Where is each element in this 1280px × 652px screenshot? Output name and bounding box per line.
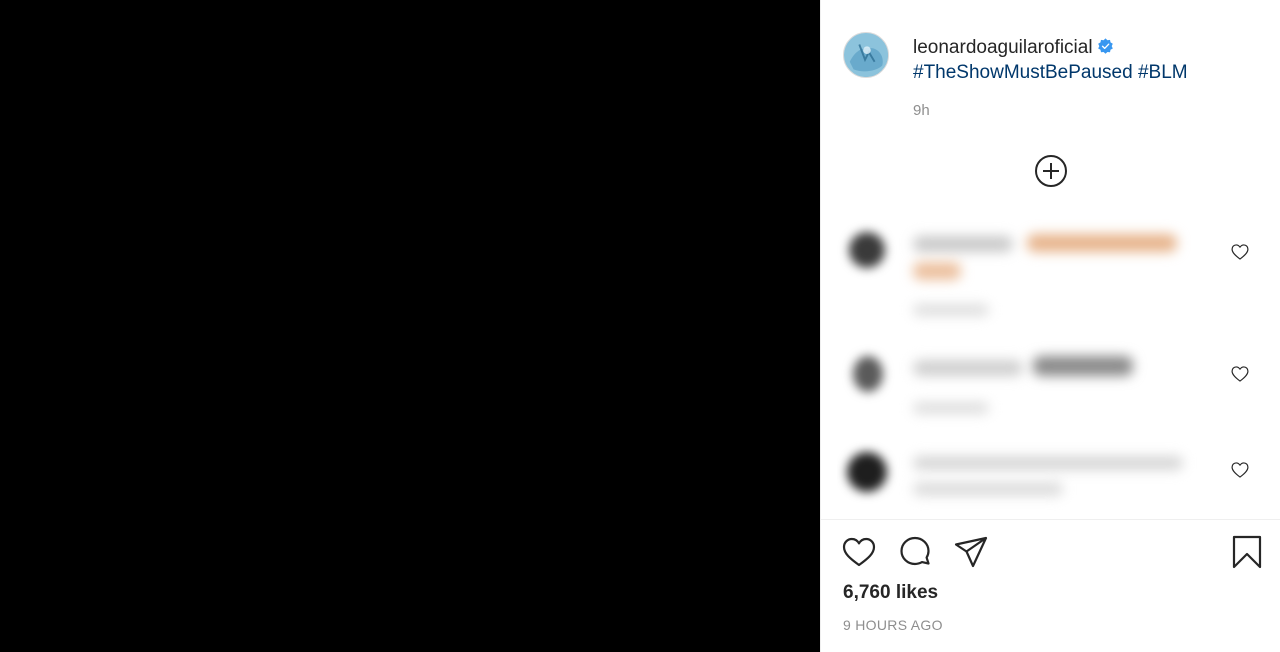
comment-like-button[interactable]	[1230, 364, 1250, 384]
avatar-image	[844, 33, 888, 77]
comment-text	[913, 456, 1183, 470]
instagram-post-view: leonardoaguilaroficial #TheShowMustBePau…	[0, 0, 1280, 652]
hashtag-link[interactable]: #TheShowMustBePaused	[913, 62, 1133, 83]
likes-count[interactable]: 6,760 likes	[843, 582, 938, 604]
paper-plane-icon	[954, 536, 988, 568]
comment-text-continued	[913, 482, 1063, 496]
commenter-username[interactable]	[913, 360, 1023, 376]
bookmark-icon	[1232, 535, 1262, 569]
like-button[interactable]	[841, 534, 877, 570]
author-avatar[interactable]	[843, 32, 889, 78]
comment-item	[837, 438, 1280, 518]
comments-list	[837, 208, 1280, 518]
load-more-comments-button[interactable]	[1034, 154, 1068, 188]
caption-text: leonardoaguilaroficial #TheShowMustBePau…	[913, 35, 1273, 85]
plus-circle-icon	[1035, 155, 1067, 187]
comment-text-continued	[913, 262, 961, 280]
comment-text	[1033, 356, 1133, 376]
hashtag-link[interactable]: #BLM	[1138, 62, 1188, 83]
author-username[interactable]: leonardoaguilaroficial	[913, 37, 1093, 58]
heart-outline-icon	[1231, 244, 1249, 260]
commenter-username[interactable]	[913, 236, 1013, 252]
post-side-panel: leonardoaguilaroficial #TheShowMustBePau…	[820, 0, 1280, 652]
heart-outline-icon	[1231, 462, 1249, 478]
heart-outline-icon	[1231, 366, 1249, 382]
actions-divider	[821, 519, 1280, 520]
commenter-avatar[interactable]	[853, 356, 883, 392]
comment-button[interactable]	[897, 534, 933, 570]
comment-meta	[913, 402, 989, 414]
comment-meta	[913, 304, 989, 316]
verified-badge-icon	[1097, 37, 1114, 54]
caption-hashtags: #TheShowMustBePaused #BLM	[913, 60, 1273, 85]
commenter-avatar[interactable]	[849, 232, 885, 268]
comment-item	[837, 208, 1280, 328]
comment-text	[1027, 234, 1177, 252]
caption-timestamp[interactable]: 9h	[913, 102, 930, 119]
comment-like-button[interactable]	[1230, 460, 1250, 480]
share-button[interactable]	[953, 534, 989, 570]
post-timestamp[interactable]: 9 HOURS AGO	[843, 617, 943, 633]
heart-outline-icon	[842, 537, 876, 567]
comment-like-button[interactable]	[1230, 242, 1250, 262]
post-caption: leonardoaguilaroficial #TheShowMustBePau…	[843, 32, 1263, 132]
comment-item	[837, 338, 1280, 428]
commenter-avatar[interactable]	[847, 452, 887, 492]
post-media[interactable]	[0, 0, 820, 652]
save-button[interactable]	[1229, 534, 1265, 570]
speech-bubble-icon	[900, 536, 930, 566]
post-actions-bar	[841, 534, 1262, 570]
